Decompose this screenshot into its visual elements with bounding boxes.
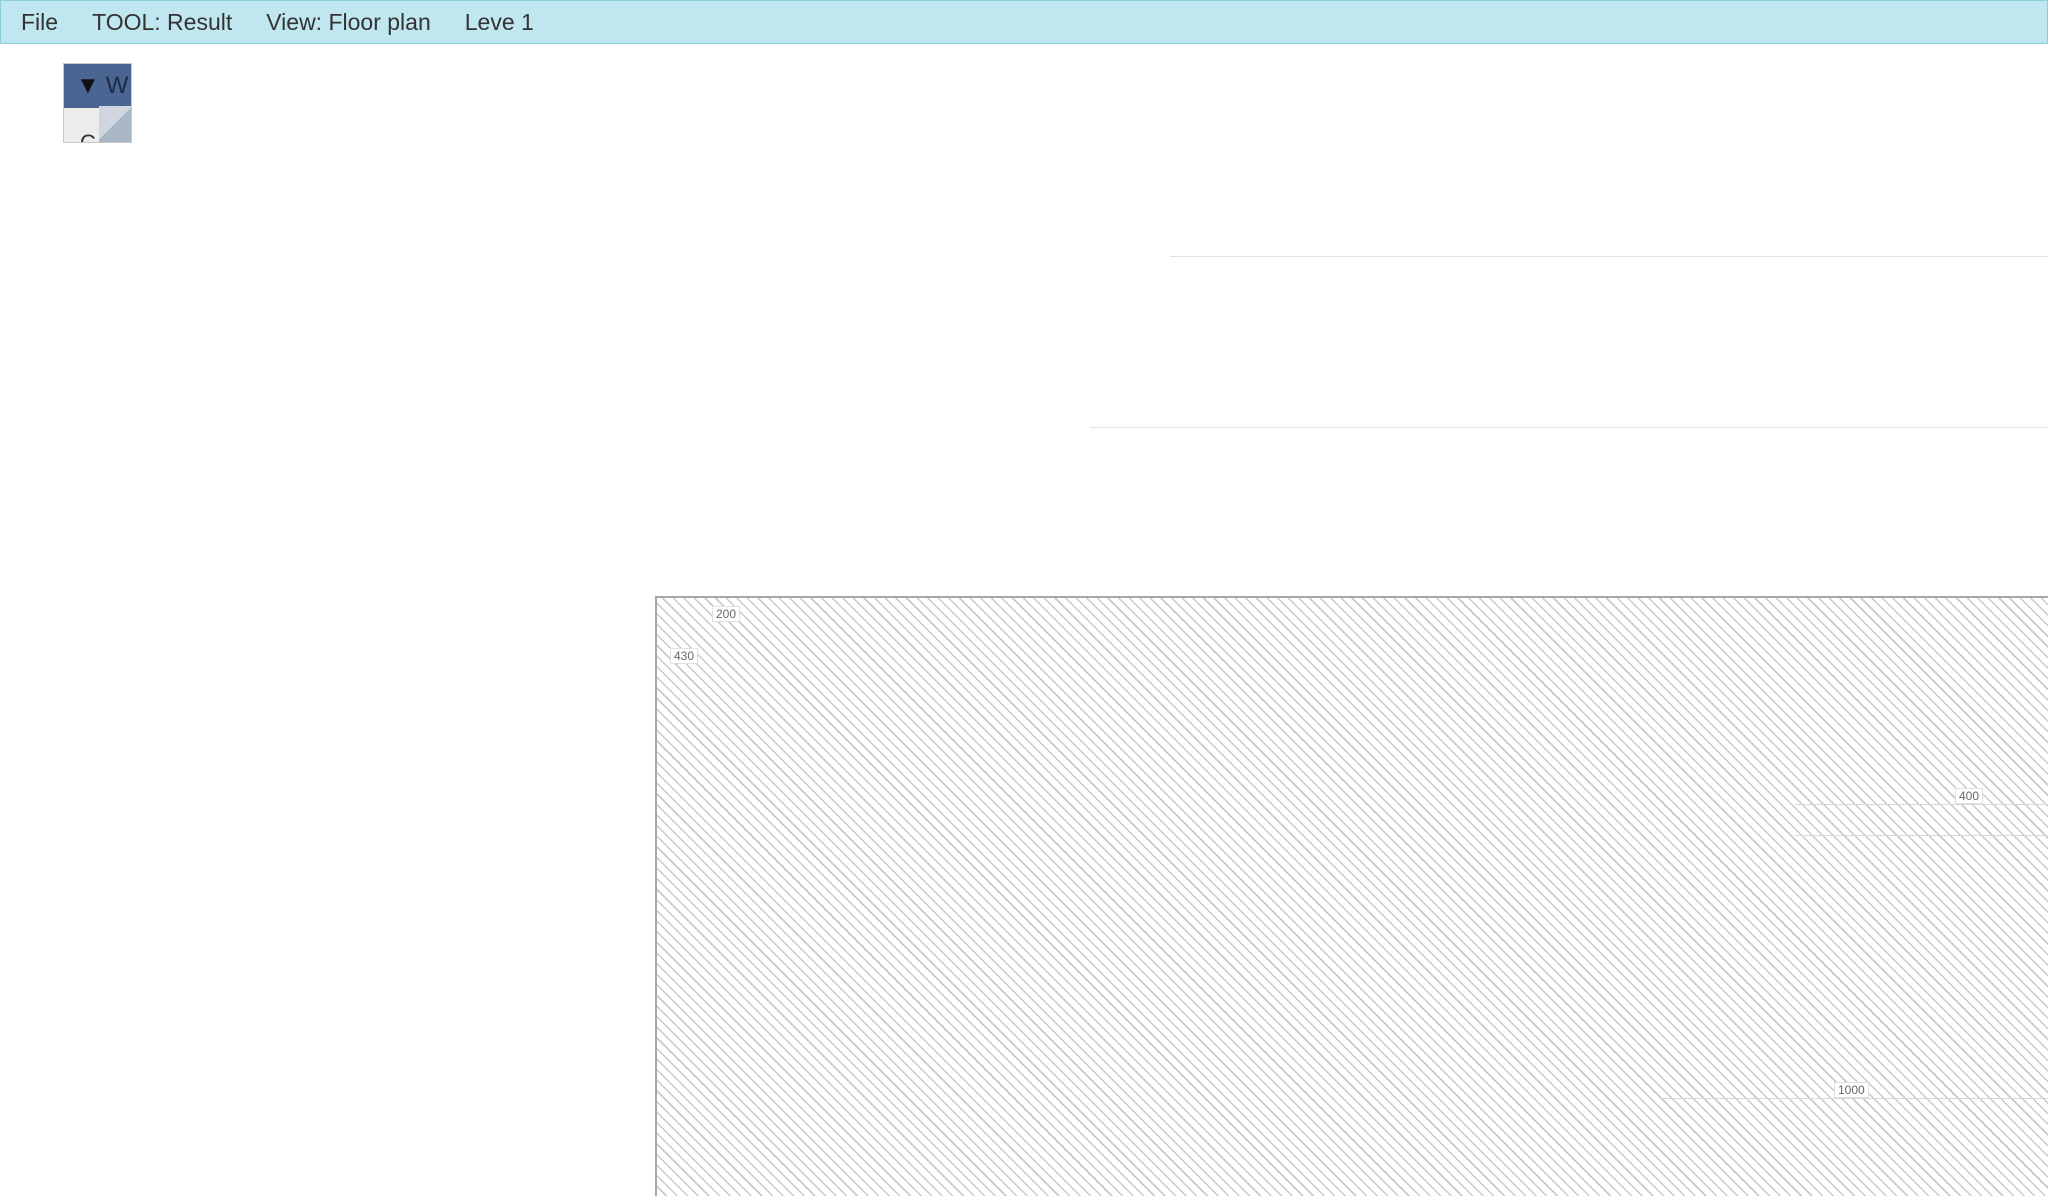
triangle-down-icon[interactable]: ▼ — [76, 74, 100, 98]
menu-level[interactable]: Leve 1 — [465, 9, 534, 36]
guide-line-middle — [1090, 427, 2048, 428]
dimension-label: 400 — [1955, 788, 1984, 804]
menu-bar: File TOOL: Result View: Floor plan Leve … — [0, 0, 2048, 44]
floor-plan-canvas[interactable]: 200 430 400 1000 — [0, 44, 2048, 1196]
layer-panel: ▼ W C — [63, 63, 132, 143]
guide-line-right-lower — [1795, 835, 2048, 836]
guide-line-bottom — [1660, 1098, 2048, 1099]
dimension-label: 200 — [712, 606, 741, 622]
panel-row-label: C — [80, 130, 96, 143]
menu-file[interactable]: File — [21, 9, 58, 36]
guide-line-upper — [1170, 256, 2048, 257]
floor-slab-hatched[interactable] — [655, 596, 2048, 1196]
menu-view-floor-plan[interactable]: View: Floor plan — [266, 9, 431, 36]
dimension-label: 1000 — [1834, 1082, 1869, 1098]
dimension-label: 430 — [670, 648, 699, 664]
guide-line-right-upper — [1795, 804, 2048, 805]
resize-handle-icon[interactable] — [99, 106, 131, 142]
menu-tool-result[interactable]: TOOL: Result — [92, 9, 232, 36]
panel-title: W — [105, 72, 129, 99]
panel-header[interactable]: ▼ W — [64, 64, 131, 108]
